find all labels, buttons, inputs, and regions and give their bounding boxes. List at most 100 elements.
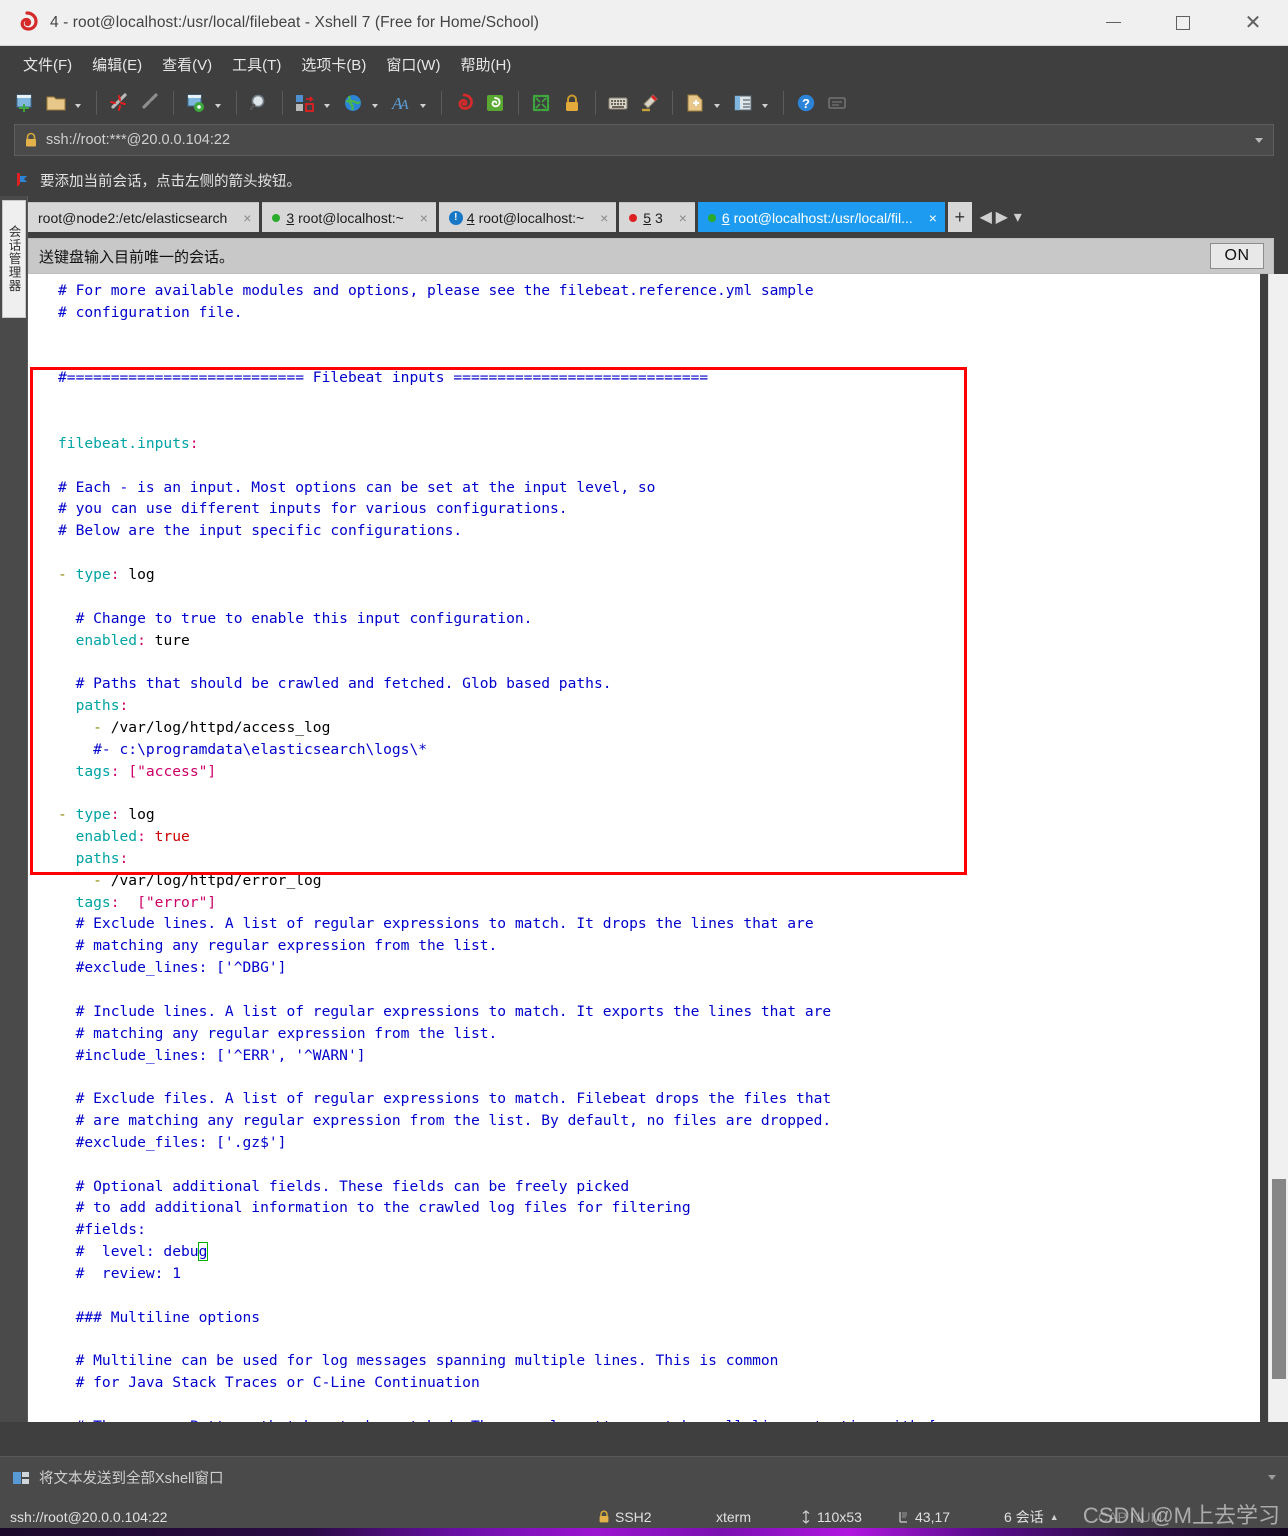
- terminal-text: :: [110, 762, 129, 780]
- menu-edit[interactable]: 编辑(E): [83, 51, 151, 78]
- alert-badge-icon: !: [448, 210, 463, 225]
- tab-close-icon[interactable]: ×: [675, 210, 691, 226]
- toolbar-separator: [96, 91, 97, 115]
- xftp-icon[interactable]: [480, 87, 510, 119]
- tab-close-icon[interactable]: ×: [925, 210, 941, 226]
- terminal-line: ### Multiline options: [58, 1307, 1260, 1329]
- tab-list-dropdown-icon[interactable]: ▾: [1010, 202, 1026, 232]
- menu-tools[interactable]: 工具(T): [223, 51, 290, 78]
- terminal-text: # Include lines. A list of regular expre…: [58, 1002, 832, 1020]
- terminal-text: -: [58, 565, 76, 583]
- terminal-text: # Multiline can be used for log messages…: [58, 1352, 779, 1370]
- terminal-text: ### Multiline options: [58, 1308, 261, 1326]
- file-transfer-dropdown-icon[interactable]: [321, 87, 333, 119]
- terminal-line: # Exclude files. A list of regular expre…: [58, 1088, 1260, 1110]
- tab-elasticsearch[interactable]: root@node2:/etc/elasticsearch ×: [28, 202, 260, 232]
- status-protocol-label: SSH2: [615, 1509, 652, 1525]
- terminal-text: :: [137, 828, 155, 846]
- globe-icon[interactable]: [338, 87, 368, 119]
- terminal-line: # for Java Stack Traces or C-Line Contin…: [58, 1372, 1260, 1394]
- minimize-button[interactable]: [1078, 0, 1148, 46]
- status-dot-icon: [707, 213, 716, 222]
- session-manager-tab[interactable]: 会话管理器: [2, 200, 26, 318]
- tab-5[interactable]: 5 3 ×: [619, 202, 695, 232]
- terminal-line: paths:: [58, 695, 1260, 717]
- chevron-up-icon[interactable]: ▲: [1050, 1512, 1059, 1522]
- tab-label: root@localhost:/usr/local/fil...: [733, 209, 913, 226]
- terminal-text: ["error"]: [137, 893, 217, 911]
- tab-nav-group: ◀ ▶ ▾: [978, 202, 1026, 232]
- tab-6-filebeat[interactable]: 6 root@localhost:/usr/local/fil... ×: [697, 202, 945, 232]
- terminal-text: #exclude_files: ['.gz$']: [58, 1133, 287, 1151]
- font-dropdown-icon[interactable]: [417, 87, 429, 119]
- cursor-icon: [898, 1510, 910, 1524]
- send-to-all-bar[interactable]: 将文本发送到全部Xshell窗口: [0, 1456, 1288, 1498]
- lock-icon: [24, 132, 38, 148]
- new-file-icon[interactable]: [680, 87, 710, 119]
- toolbar-separator: [595, 91, 596, 115]
- highlight-pen-icon[interactable]: [634, 87, 664, 119]
- fullscreen-icon[interactable]: [526, 87, 556, 119]
- terminal-scrollbar-thumb[interactable]: [1272, 1179, 1286, 1379]
- terminal-text: type: [75, 565, 111, 583]
- terminal-line: enabled: ture: [58, 630, 1260, 652]
- new-file-dropdown-icon[interactable]: [711, 87, 723, 119]
- send-keys-bar: 送键盘输入目前唯一的会话。 ON: [28, 238, 1274, 274]
- menu-help[interactable]: 帮助(H): [451, 51, 520, 78]
- open-folder-dropdown-icon[interactable]: [72, 87, 84, 119]
- terminal-text: :: [189, 434, 199, 452]
- tab-number: 5: [643, 209, 652, 226]
- open-folder-icon[interactable]: [41, 87, 71, 119]
- status-size-label: 110x53: [817, 1509, 862, 1525]
- font-icon[interactable]: A A: [386, 87, 416, 119]
- chevron-down-icon[interactable]: [1255, 137, 1263, 143]
- terminal-scrollbar[interactable]: [1268, 274, 1288, 1422]
- xshell-icon[interactable]: [449, 87, 479, 119]
- menu-tabs[interactable]: 选项卡(B): [292, 51, 375, 78]
- layout-icon[interactable]: [728, 87, 758, 119]
- tab-prev-icon[interactable]: ◀: [978, 202, 994, 232]
- terminal-line: # Below are the input specific configura…: [58, 520, 1260, 542]
- layout-dropdown-icon[interactable]: [759, 87, 771, 119]
- maximize-button[interactable]: [1148, 0, 1218, 46]
- tab-next-icon[interactable]: ▶: [994, 202, 1010, 232]
- address-bar[interactable]: ssh://root:***@20.0.0.104:22: [14, 124, 1274, 156]
- terminal-text: log: [128, 806, 155, 824]
- status-sessions[interactable]: 6 会话 ▲: [1004, 1507, 1059, 1527]
- send-keys-toggle[interactable]: ON: [1210, 243, 1264, 269]
- terminal-text: -: [58, 871, 111, 889]
- tab-3-localhost[interactable]: 3 root@localhost:~ ×: [262, 202, 436, 232]
- help-icon[interactable]: ?: [791, 87, 821, 119]
- status-protocol: SSH2: [598, 1509, 652, 1525]
- comment-icon[interactable]: [822, 87, 852, 119]
- menu-file[interactable]: 文件(F): [14, 51, 81, 78]
- new-session-icon[interactable]: [10, 87, 40, 119]
- tab-close-icon[interactable]: ×: [239, 210, 255, 226]
- chevron-down-icon[interactable]: [1268, 1475, 1276, 1480]
- search-icon[interactable]: [244, 87, 274, 119]
- session-properties-icon[interactable]: [181, 87, 211, 119]
- reconnect-icon[interactable]: [135, 87, 165, 119]
- tab-4-localhost[interactable]: ! 4 root@localhost:~ ×: [438, 202, 617, 232]
- menu-window[interactable]: 窗口(W): [377, 51, 449, 78]
- globe-dropdown-icon[interactable]: [369, 87, 381, 119]
- terminal-line: # review: 1: [58, 1263, 1260, 1285]
- new-tab-button[interactable]: +: [947, 202, 972, 232]
- tab-close-icon[interactable]: ×: [596, 210, 612, 226]
- disconnect-icon[interactable]: [104, 87, 134, 119]
- session-properties-dropdown-icon[interactable]: [212, 87, 224, 119]
- menu-view[interactable]: 查看(V): [153, 51, 221, 78]
- lock-icon[interactable]: [557, 87, 587, 119]
- keyboard-icon[interactable]: [603, 87, 633, 119]
- terminal-output[interactable]: # For more available modules and options…: [28, 274, 1260, 1422]
- file-transfer-icon[interactable]: [290, 87, 320, 119]
- close-button[interactable]: ✕: [1218, 0, 1288, 46]
- tab-close-icon[interactable]: ×: [416, 210, 432, 226]
- status-connection: ssh://root@20.0.0.104:22: [10, 1509, 168, 1525]
- tab-label: 3: [655, 209, 663, 226]
